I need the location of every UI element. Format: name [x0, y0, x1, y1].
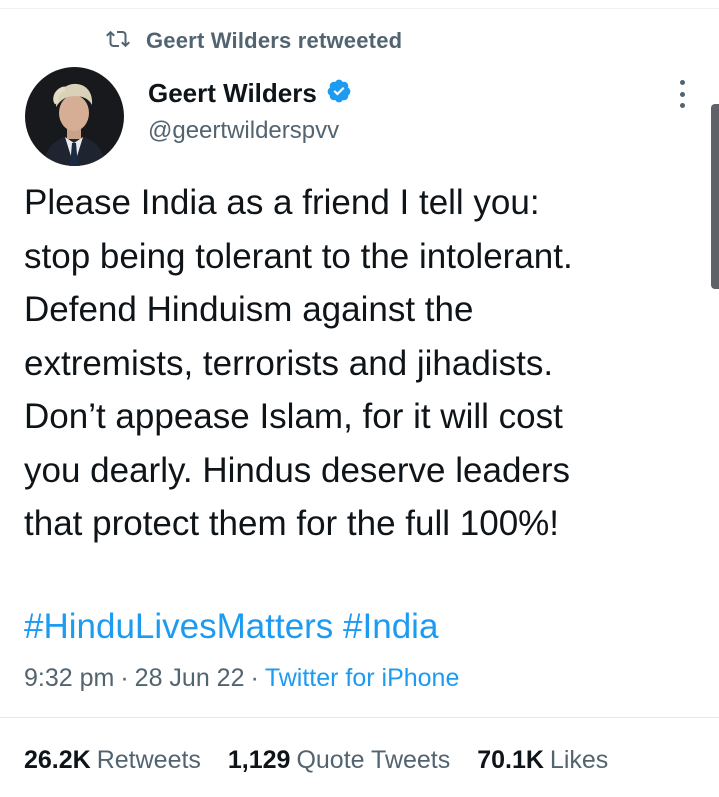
- likes-stat[interactable]: 70.1K Likes: [477, 743, 608, 777]
- quote-tweets-stat[interactable]: 1,129 Quote Tweets: [228, 743, 450, 777]
- tweet-line: Don’t appease Islam, for it will cost: [24, 397, 563, 436]
- tweet-line: extremists, terrorists and jihadists.: [24, 343, 554, 383]
- tweet-source-link[interactable]: Twitter for iPhone: [265, 664, 460, 692]
- stats-divider: [0, 717, 719, 718]
- likes-count: 70.1K: [477, 746, 544, 774]
- retweets-count: 26.2K: [24, 746, 91, 774]
- retweets-stat[interactable]: 26.2K Retweets: [24, 743, 201, 777]
- hashtag-row: #HinduLivesMatters #India: [24, 600, 438, 653]
- tweet-time[interactable]: 9:32 pm: [24, 664, 114, 692]
- tweet-meta: 9:32 pm · 28 Jun 22 · Twitter for iPhone: [24, 662, 459, 694]
- tweet-stats: 26.2K Retweets 1,129 Quote Tweets 70.1K Lik…: [24, 743, 628, 777]
- meta-separator: ·: [120, 664, 129, 692]
- avatar[interactable]: [25, 67, 124, 166]
- more-options-icon[interactable]: [672, 80, 692, 108]
- hashtag-link[interactable]: #HinduLivesMatters: [24, 607, 333, 646]
- author-handle[interactable]: @geertwilderspvv: [148, 117, 339, 145]
- likes-label: Likes: [549, 746, 609, 774]
- hashtag-link[interactable]: #India: [343, 607, 438, 646]
- meta-separator: ·: [250, 664, 259, 692]
- author-name[interactable]: Geert Wilders: [148, 78, 317, 109]
- tweet-line: Defend Hinduism against the: [24, 290, 474, 329]
- retweet-context[interactable]: Geert Wilders retweeted: [106, 28, 402, 54]
- tweet-line: Please India as a friend I tell you:: [24, 183, 540, 222]
- retweet-icon: [106, 27, 130, 56]
- tweet-text: Please India as a friend I tell you: sto…: [24, 176, 714, 551]
- retweets-label: Retweets: [96, 746, 201, 774]
- author-name-row[interactable]: Geert Wilders: [148, 76, 352, 110]
- tweet-line: stop being tolerant to the intolerant.: [24, 236, 573, 276]
- quote-tweets-count: 1,129: [227, 746, 291, 774]
- tweet-line: you dearly. Hindus deserve leaders: [24, 450, 571, 490]
- tweet-date[interactable]: 28 Jun 22: [135, 664, 245, 692]
- tweet-line: that protect them for the full 100%!: [24, 504, 560, 543]
- retweet-label: Geert Wilders retweeted: [146, 28, 403, 53]
- quote-tweets-label: Quote Tweets: [296, 746, 451, 774]
- top-divider: [0, 0, 719, 9]
- verified-badge-icon: [317, 78, 352, 109]
